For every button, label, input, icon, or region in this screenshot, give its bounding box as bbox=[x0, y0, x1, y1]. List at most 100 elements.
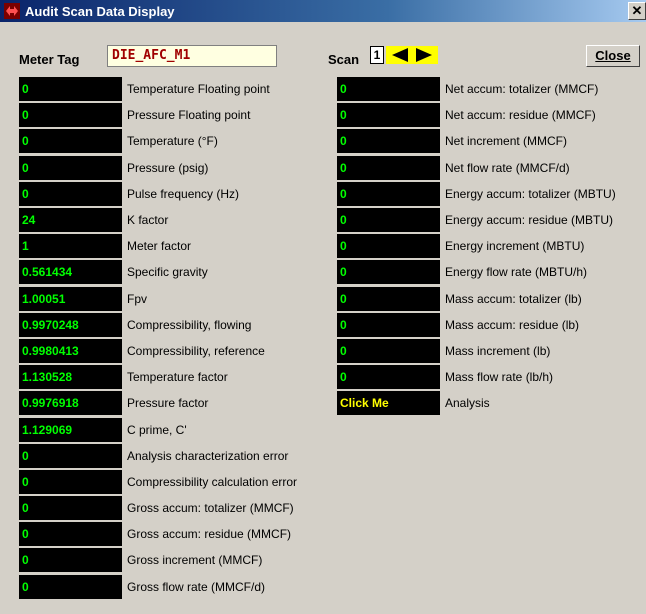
reading-row: 1.130528 Temperature factor bbox=[19, 364, 297, 390]
reading-label: Gross flow rate (MMCF/d) bbox=[127, 579, 266, 594]
reading-value: 1 bbox=[19, 234, 122, 259]
reading-value: 0 bbox=[337, 129, 440, 154]
reading-value: 0 bbox=[337, 77, 440, 102]
reading-row: 0 Mass increment (lb) bbox=[337, 338, 616, 364]
reading-label: Pressure factor bbox=[127, 396, 209, 411]
window-close-icon[interactable]: ✕ bbox=[628, 2, 646, 20]
scan-label: Scan bbox=[328, 52, 360, 67]
reading-row: 0 Mass accum: totalizer (lb) bbox=[337, 286, 616, 312]
reading-row: 0 Pressure (psig) bbox=[19, 155, 297, 181]
reading-value: 0 bbox=[19, 496, 122, 521]
reading-label: Pressure Floating point bbox=[127, 108, 251, 123]
reading-value: 0 bbox=[337, 365, 440, 390]
reading-row: 1.00051 Fpv bbox=[19, 286, 297, 312]
reading-label: Net flow rate (MMCF/d) bbox=[445, 160, 570, 175]
close-button[interactable]: Close bbox=[586, 45, 640, 67]
reading-row: 0 Net increment (MMCF) bbox=[337, 128, 616, 154]
reading-label: Energy accum: totalizer (MBTU) bbox=[445, 186, 616, 201]
reading-row: 24 K factor bbox=[19, 207, 297, 233]
reading-row: 0 Pulse frequency (Hz) bbox=[19, 181, 297, 207]
reading-label: Compressibility calculation error bbox=[127, 474, 298, 489]
reading-row: 0 Net accum: residue (MMCF) bbox=[337, 102, 616, 128]
reading-label: Analysis characterization error bbox=[127, 448, 289, 463]
scan-number-field[interactable]: 1 bbox=[370, 46, 384, 64]
reading-value: 0 bbox=[19, 469, 122, 494]
window-title: Audit Scan Data Display bbox=[25, 3, 175, 19]
reading-row: 0 Gross flow rate (MMCF/d) bbox=[19, 574, 297, 600]
reading-value: 1.129069 bbox=[19, 417, 122, 442]
reading-value: 0.9970248 bbox=[19, 312, 122, 337]
reading-row: 0 Mass flow rate (lb/h) bbox=[337, 364, 616, 390]
reading-value: 0 bbox=[19, 443, 122, 468]
reading-label: Energy flow rate (MBTU/h) bbox=[445, 265, 588, 280]
reading-row: 0 Net accum: totalizer (MMCF) bbox=[337, 76, 616, 102]
reading-row: 0.561434 Specific gravity bbox=[19, 259, 297, 285]
reading-label: Temperature Floating point bbox=[127, 82, 270, 97]
reading-value: 0 bbox=[19, 181, 122, 206]
reading-label: Net increment (MMCF) bbox=[445, 134, 568, 149]
reading-value: 0 bbox=[19, 155, 122, 180]
reading-label: Pulse frequency (Hz) bbox=[127, 186, 240, 201]
reading-row: 0 Temperature Floating point bbox=[19, 76, 297, 102]
reading-value: 0 bbox=[337, 286, 440, 311]
reading-label: Energy increment (MBTU) bbox=[445, 239, 585, 254]
reading-label: Meter factor bbox=[127, 239, 192, 254]
reading-row: 0 Analysis characterization error bbox=[19, 443, 297, 469]
reading-row: 0 Energy accum: totalizer (MBTU) bbox=[337, 181, 616, 207]
reading-row: 0 Pressure Floating point bbox=[19, 102, 297, 128]
reading-value: 0.9976918 bbox=[19, 391, 122, 416]
left-readings-column: 0 Temperature Floating point 0 Pressure Flo… bbox=[19, 76, 297, 600]
reading-label: Analysis bbox=[445, 396, 490, 411]
reading-label: Mass accum: totalizer (lb) bbox=[445, 291, 582, 306]
reading-label: Pressure (psig) bbox=[127, 160, 209, 175]
reading-value: 0.9980413 bbox=[19, 338, 122, 363]
reading-row: 0 Gross increment (MMCF) bbox=[19, 547, 297, 573]
reading-value: 0 bbox=[19, 103, 122, 128]
reading-row: 1.129069 C prime, C' bbox=[19, 416, 297, 442]
reading-value: 0 bbox=[337, 155, 440, 180]
right-readings-column: 0 Net accum: totalizer (MMCF) 0 Net accum: … bbox=[337, 76, 616, 416]
reading-value: 0 bbox=[19, 77, 122, 102]
reading-value: 0 bbox=[337, 260, 440, 285]
reading-value: 0 bbox=[19, 522, 122, 547]
reading-value: 0 bbox=[337, 103, 440, 128]
reading-label: Fpv bbox=[127, 291, 148, 306]
reading-value: 0 bbox=[19, 548, 122, 573]
reading-row: 0.9976918 Pressure factor bbox=[19, 390, 297, 416]
reading-label: Mass increment (lb) bbox=[445, 343, 551, 358]
scan-arrows bbox=[386, 46, 438, 64]
reading-label: Gross accum: totalizer (MMCF) bbox=[127, 501, 294, 516]
reading-value: 0 bbox=[19, 574, 122, 599]
scan-previous-arrow-icon[interactable] bbox=[386, 46, 412, 64]
reading-value: 1.130528 bbox=[19, 365, 122, 390]
reading-label: K factor bbox=[127, 213, 169, 228]
reading-row: 0.9970248 Compressibility, flowing bbox=[19, 312, 297, 338]
reading-label: Gross accum: residue (MMCF) bbox=[127, 527, 292, 542]
reading-row: 0 Energy increment (MBTU) bbox=[337, 233, 616, 259]
title-bar: Audit Scan Data Display ✕ bbox=[0, 0, 646, 22]
reading-value: 24 bbox=[19, 208, 122, 233]
reading-value: 0 bbox=[19, 129, 122, 154]
reading-value: 0.561434 bbox=[19, 260, 122, 285]
reading-label: Specific gravity bbox=[127, 265, 208, 280]
reading-row: 0 Temperature (°F) bbox=[19, 128, 297, 154]
reading-label: Compressibility, reference bbox=[127, 343, 265, 358]
reading-label: Temperature factor bbox=[127, 370, 228, 385]
reading-row: 0 Mass accum: residue (lb) bbox=[337, 312, 616, 338]
reading-value: 0 bbox=[337, 208, 440, 233]
reading-label: Mass accum: residue (lb) bbox=[445, 317, 580, 332]
reading-value: 0 bbox=[337, 234, 440, 259]
meter-tag-field[interactable]: DIE_AFC_M1 bbox=[107, 45, 277, 67]
reading-label: Compressibility, flowing bbox=[127, 317, 252, 332]
app-icon bbox=[4, 3, 20, 19]
analysis-click-me-button[interactable]: Click Me bbox=[337, 391, 440, 416]
reading-row: 1 Meter factor bbox=[19, 233, 297, 259]
reading-row: Click Me Analysis bbox=[337, 390, 616, 416]
reading-label: Net accum: residue (MMCF) bbox=[445, 108, 596, 123]
reading-label: Temperature (°F) bbox=[127, 134, 218, 149]
reading-value: 0 bbox=[337, 312, 440, 337]
reading-row: 0 Net flow rate (MMCF/d) bbox=[337, 155, 616, 181]
scan-next-arrow-icon[interactable] bbox=[412, 46, 438, 64]
meter-tag-label: Meter Tag bbox=[19, 52, 80, 67]
reading-value: 1.00051 bbox=[19, 286, 122, 311]
